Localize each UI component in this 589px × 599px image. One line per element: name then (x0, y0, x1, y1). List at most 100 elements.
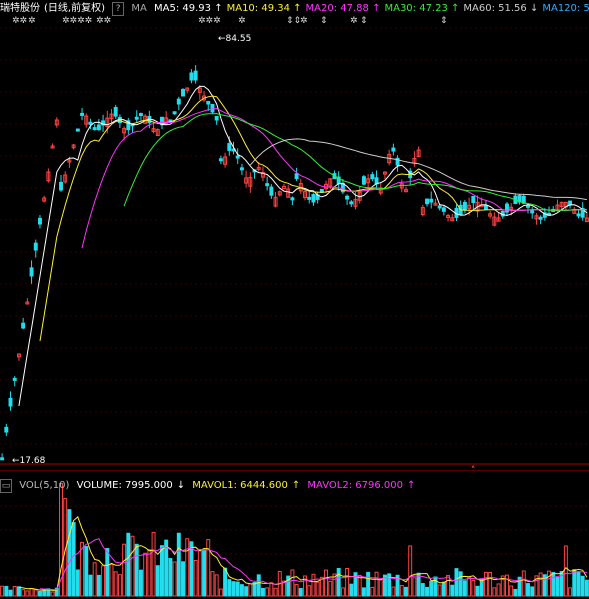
volume-bar (105, 548, 110, 597)
volume-bar (521, 570, 526, 597)
event-mark[interactable]: ✲ (300, 16, 308, 26)
ma-label-3: MA30: 47.23 ↑ (384, 3, 460, 14)
volume-bar (530, 586, 535, 597)
event-mark[interactable]: ⇕ (360, 16, 368, 26)
help-button[interactable]: ? (112, 2, 125, 16)
candle-body (80, 112, 85, 116)
volume-bar (181, 561, 185, 597)
volume-bar (8, 589, 13, 597)
candle-body (530, 210, 535, 214)
volume-bar (260, 587, 265, 597)
event-mark[interactable]: ✲✲✲ (198, 16, 221, 26)
volume-bar (239, 584, 244, 597)
volume-bar (25, 590, 30, 597)
volume-bar (130, 535, 135, 597)
volume-bar (488, 571, 493, 597)
candle-body (21, 322, 26, 329)
candle-body (33, 242, 38, 251)
volume-bar (572, 569, 577, 597)
volume-bar (223, 567, 228, 597)
volume-bar (16, 586, 21, 597)
event-mark[interactable]: ⇕ (440, 16, 448, 26)
volume-bar (437, 584, 442, 597)
event-mark[interactable]: ✲✲ (12, 16, 27, 26)
volume-bar (576, 571, 581, 597)
candle-body (391, 147, 396, 152)
event-mark[interactable]: ✲ (350, 16, 358, 26)
volume-bar (42, 589, 47, 597)
candle-body (282, 185, 286, 189)
event-mark[interactable]: ⇕⇕ (286, 16, 301, 26)
high-price-label: ←84.55 (218, 34, 251, 44)
volume-bar (361, 587, 366, 597)
volume-bar (290, 569, 295, 597)
volume-bar (496, 583, 501, 597)
volume-bar (420, 583, 425, 597)
volume-bar (471, 580, 476, 597)
indicator-name: MA (131, 3, 147, 14)
event-mark[interactable]: ✲✲ (96, 16, 111, 26)
price-chart-pane[interactable]: ←84.55 ←17.68 A 瑞特股份 (日线,前复权) ? MA MA5: 49.… (0, 0, 589, 468)
volume-bar (366, 571, 371, 597)
volume-bar (138, 569, 143, 597)
volume-bar (235, 581, 240, 597)
volume-bar (483, 571, 488, 597)
volume-bar (349, 583, 354, 597)
candle-body (265, 183, 270, 187)
volume-bar (164, 539, 169, 597)
volume-bar (374, 571, 379, 597)
volume-bar (584, 579, 589, 597)
candlestick-chart[interactable]: ←84.55 ←17.68 A (0, 0, 589, 468)
volume-bar (378, 579, 383, 597)
volume-bar (172, 561, 177, 597)
ma-label-5: MA120: 57.48 ↓ (542, 3, 589, 14)
ma10-line (39, 95, 587, 342)
volume-bar (475, 585, 480, 597)
candle-body (441, 207, 446, 212)
volume-bar (134, 543, 139, 597)
candle-body (526, 204, 530, 208)
volume-bar (294, 584, 299, 597)
candle-body (294, 173, 299, 180)
volume-bar (227, 579, 232, 597)
volume-bar (33, 589, 38, 597)
period-label: (日线,前复权) (44, 3, 105, 14)
candle-body (8, 397, 13, 407)
candle-body (538, 216, 543, 220)
volume-pane[interactable]: ▭ VOL(5,10) VOLUME: 7995.000 ↓ MAVOL1: 64… (0, 470, 589, 599)
mavol2-arrow: ↑ (406, 480, 416, 491)
volume-bar (218, 588, 223, 597)
volume-bar (231, 581, 236, 597)
volume-bar (244, 586, 249, 597)
volume-bar (538, 572, 543, 597)
volume-bar (298, 588, 303, 597)
volume-bar (50, 591, 55, 597)
volume-bar (441, 581, 446, 597)
volume-settings-icon[interactable]: ▭ (0, 479, 12, 493)
mavol2-value: MAVOL2: 6796.000 (307, 480, 403, 491)
volume-bar (370, 586, 375, 597)
event-mark[interactable]: ✲ (238, 16, 246, 26)
volume-bar (75, 569, 80, 597)
ma-label-1: MA10: 49.34 ↑ (226, 3, 302, 14)
candle-body (429, 198, 434, 203)
candle-body (345, 195, 350, 200)
volume-bar (117, 574, 122, 597)
volume-bar (399, 585, 404, 597)
candle-body (96, 124, 101, 131)
event-mark[interactable]: ✲✲✲✲ (62, 16, 92, 26)
volume-bar (429, 580, 434, 597)
volume-bar (265, 587, 270, 597)
volume-bar (580, 575, 585, 597)
event-mark[interactable]: ✲ (28, 16, 36, 26)
volume-bar (101, 565, 106, 597)
candle-body (206, 100, 211, 105)
volume-bar (408, 545, 413, 597)
volume-bar (12, 586, 17, 597)
volume-bar (29, 588, 34, 597)
event-mark[interactable]: ⇕ (320, 16, 328, 26)
candle-body (113, 107, 118, 117)
volume-bar (324, 569, 329, 597)
ma-label-0: MA5: 49.93 ↑ (154, 3, 223, 14)
candle-body (181, 88, 185, 97)
